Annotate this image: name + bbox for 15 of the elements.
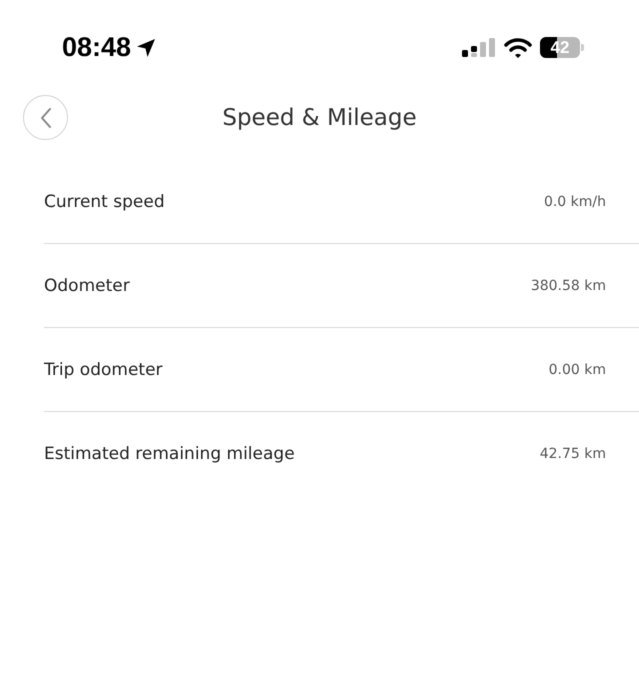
signal-icon xyxy=(462,36,496,58)
row-value: 42.75 km xyxy=(540,446,606,462)
row-label: Odometer xyxy=(44,276,130,296)
back-button[interactable] xyxy=(23,95,68,140)
row-label: Current speed xyxy=(44,192,165,212)
row-label: Estimated remaining mileage xyxy=(44,444,295,464)
status-time: 08:48 xyxy=(62,32,132,63)
location-arrow-icon xyxy=(135,36,158,58)
row-label: Trip odometer xyxy=(44,360,163,380)
row-value: 0.0 km/h xyxy=(544,194,606,210)
row-value: 0.00 km xyxy=(548,362,606,378)
page-title: Speed & Mileage xyxy=(222,104,417,130)
wifi-icon xyxy=(504,36,532,58)
row-value: 380.58 km xyxy=(530,278,606,294)
chevron-left-icon xyxy=(38,106,52,128)
